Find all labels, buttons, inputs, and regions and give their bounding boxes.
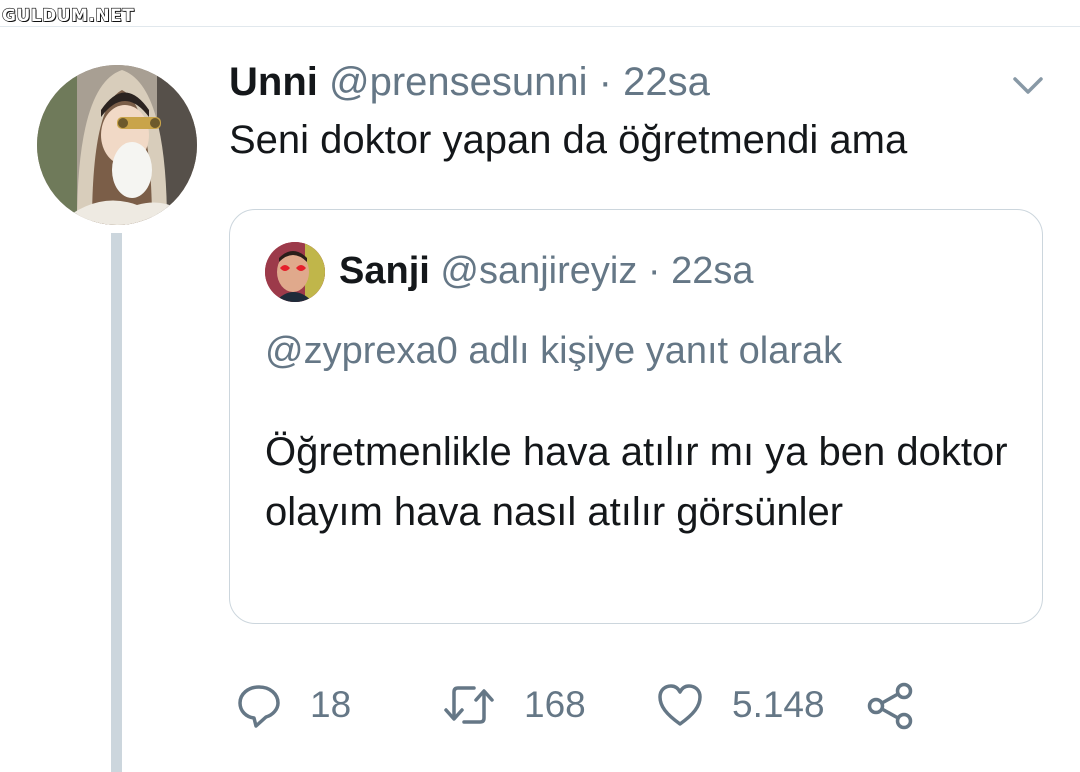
- author-avatar[interactable]: [37, 65, 197, 225]
- chevron-down-icon[interactable]: [1010, 70, 1046, 100]
- share-button[interactable]: [866, 682, 916, 730]
- watermark-logo: GULDUM.NET: [1, 5, 135, 26]
- quoted-tweet-header: Sanji @sanjireyiz · 22sa: [339, 250, 754, 293]
- quoted-author-name[interactable]: Sanji: [339, 250, 430, 292]
- quoted-author-avatar[interactable]: [265, 242, 325, 302]
- author-name[interactable]: Unni: [229, 60, 318, 104]
- tweet-actions-bar: 18 168 5.148: [0, 680, 1080, 736]
- like-button[interactable]: 5.148: [656, 682, 825, 728]
- like-count: 5.148: [732, 684, 825, 725]
- reply-count: 18: [310, 684, 352, 725]
- header-separator: ·: [598, 60, 612, 104]
- top-divider: [0, 26, 1080, 27]
- author-avatar-image: [37, 65, 197, 225]
- like-icon: [658, 684, 702, 726]
- quoted-tweet-text: Öğretmenlikle hava atılır mı ya ben dokt…: [265, 430, 1008, 534]
- tweet-text: Seni doktor yapan da öğretmendi ama: [229, 118, 908, 162]
- reply-icon: [238, 685, 280, 728]
- reply-button[interactable]: 18: [236, 682, 351, 728]
- reply-context[interactable]: @zyprexa0 adlı kişiye yanıt olarak: [265, 330, 842, 373]
- author-handle[interactable]: @prensesunni: [329, 60, 588, 104]
- quoted-author-avatar-image: [265, 242, 325, 302]
- quoted-tweet-time[interactable]: 22sa: [671, 250, 753, 292]
- tweet-time[interactable]: 22sa: [623, 60, 710, 104]
- share-icon: [867, 682, 913, 730]
- retweet-count: 168: [524, 684, 586, 725]
- tweet-header: Unni @prensesunni · 22sa: [229, 60, 710, 105]
- retweet-icon: [444, 686, 494, 724]
- retweet-button[interactable]: 168: [442, 682, 586, 728]
- quoted-tweet-card[interactable]: Sanji @sanjireyiz · 22sa @zyprexa0 adlı …: [229, 209, 1043, 624]
- quoted-author-handle[interactable]: @sanjireyiz: [440, 250, 637, 292]
- quoted-header-separator: ·: [647, 250, 661, 292]
